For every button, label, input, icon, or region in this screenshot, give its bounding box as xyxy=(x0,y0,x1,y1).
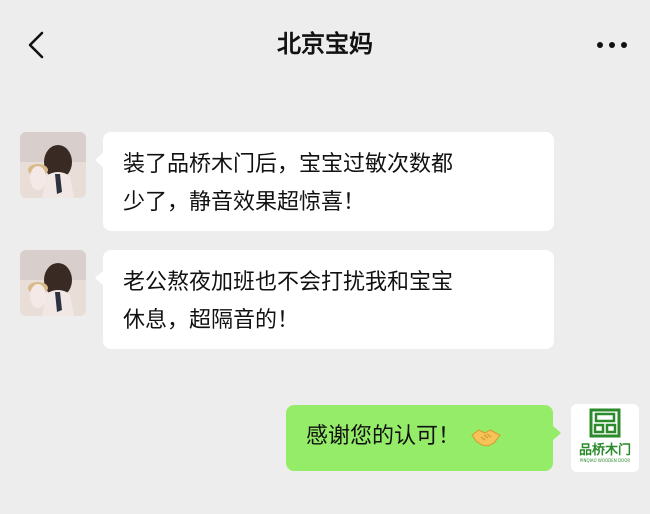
brand-name: 品桥木门 xyxy=(578,443,631,458)
woman-avatar-icon xyxy=(20,250,86,316)
message-bubble[interactable]: 装了品桥木门后，宝宝过敏次数都 少了，静音效果超惊喜！ xyxy=(95,132,554,231)
brand-logo-icon xyxy=(589,408,621,438)
message-text-line: 老公熬夜加班也不会打扰我和宝宝 xyxy=(123,270,454,295)
chat-header: 北京宝妈 xyxy=(0,0,650,88)
avatar[interactable] xyxy=(20,250,86,316)
brand-subtitle: PINQIAO WOODEN DOOR xyxy=(579,458,631,463)
brand-avatar[interactable]: 品桥木门 PINQIAO WOODEN DOOR xyxy=(571,404,639,472)
message-bubble[interactable]: 老公熬夜加班也不会打扰我和宝宝 休息，超隔音的！ xyxy=(95,250,554,349)
message-text-line: 少了，静音效果超惊喜！ xyxy=(123,190,366,215)
message-text-line: 装了品桥木门后，宝宝过敏次数都 xyxy=(123,152,454,177)
handshake-icon xyxy=(471,429,501,447)
bubble-tail xyxy=(95,270,104,286)
message-text-line: 休息，超隔音的！ xyxy=(123,308,300,333)
bubble-tail xyxy=(95,152,104,168)
message-text: 感谢您的认可！ xyxy=(306,424,461,449)
woman-avatar-icon xyxy=(20,132,86,198)
more-dots-icon[interactable] xyxy=(596,40,628,50)
message-bubble[interactable]: 感谢您的认可！ xyxy=(286,405,561,471)
avatar[interactable] xyxy=(20,132,86,198)
chat-title: 北京宝妈 xyxy=(277,30,373,58)
bubble-tail xyxy=(552,425,561,441)
